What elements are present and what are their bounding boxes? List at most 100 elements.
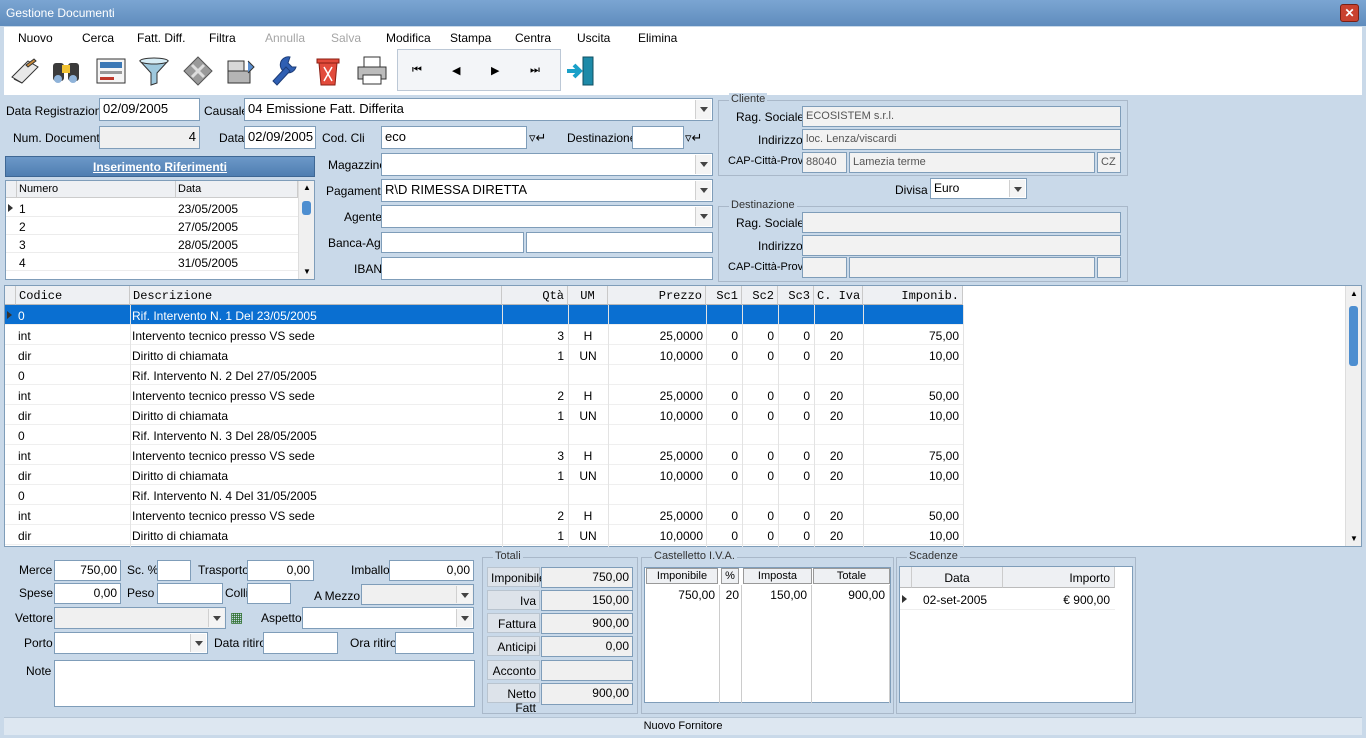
iban-field[interactable] — [381, 257, 713, 280]
scroll-down-icon[interactable]: ▼ — [1350, 534, 1358, 543]
trasporto-field[interactable]: 0,00 — [247, 560, 314, 581]
chevron-down-icon[interactable] — [456, 609, 472, 627]
list-item[interactable]: 1 23/05/2005 — [6, 199, 298, 217]
col-sc2[interactable]: Sc2 — [742, 286, 778, 305]
print-button[interactable] — [355, 53, 389, 89]
chevron-down-icon[interactable] — [695, 100, 711, 119]
anticipi-field[interactable]: 0,00 — [541, 636, 633, 657]
porto-combo[interactable] — [54, 632, 208, 654]
agente-combo[interactable] — [381, 205, 713, 228]
inserimento-riferimenti-button[interactable]: Inserimento Riferimenti — [5, 156, 315, 177]
filter-button[interactable] — [137, 53, 171, 89]
col-numero[interactable]: Numero — [17, 181, 176, 198]
agenzia-field[interactable] — [526, 232, 713, 253]
chevron-down-icon[interactable] — [190, 634, 206, 652]
grid-scrollbar[interactable]: ▲ ▼ — [1345, 286, 1361, 546]
menu-uscita[interactable]: Uscita — [577, 31, 610, 45]
close-button[interactable]: ✕ — [1340, 4, 1359, 22]
menu-salva[interactable]: Salva — [331, 31, 361, 45]
magazzino-combo[interactable] — [381, 153, 713, 176]
col-c-iva[interactable]: C. Iva — [814, 286, 863, 305]
menu-filtra[interactable]: Filtra — [209, 31, 236, 45]
chevron-down-icon[interactable] — [695, 207, 711, 226]
col-um[interactable]: UM — [568, 286, 608, 305]
chevron-down-icon[interactable] — [695, 181, 711, 200]
aspetto-combo[interactable] — [302, 607, 474, 629]
table-row[interactable]: 0 Rif. Intervento N. 3 Del 28/05/2005 — [5, 425, 963, 445]
exit-button[interactable] — [565, 53, 599, 89]
col-data[interactable]: Data — [176, 181, 298, 198]
next-record-button[interactable]: ▶ — [491, 64, 499, 77]
first-record-button[interactable]: ⏮ — [412, 64, 422, 77]
acconto-field[interactable] — [541, 660, 633, 681]
chevron-down-icon[interactable] — [456, 586, 472, 603]
divisa-combo[interactable]: Euro — [930, 178, 1027, 199]
destinazione-lookup-icon[interactable]: ▿↵ — [685, 130, 702, 146]
scroll-down-icon[interactable]: ▼ — [303, 267, 311, 276]
table-row[interactable]: 0 Rif. Intervento N. 2 Del 27/05/2005 — [5, 365, 963, 385]
table-row[interactable]: int Intervento tecnico presso VS sede 2 H 25… — [5, 385, 963, 405]
menu-modifica[interactable]: Modifica — [386, 31, 431, 45]
scad-col-importo[interactable]: Importo — [1003, 567, 1115, 588]
cancel-button[interactable] — [181, 53, 215, 89]
delete-button[interactable] — [311, 53, 345, 89]
chevron-down-icon[interactable] — [208, 609, 224, 627]
table-row[interactable]: dir Diritto di chiamata 1 UN 10,0000 0 0 0 20 10,… — [5, 405, 963, 425]
save-button[interactable] — [224, 53, 258, 89]
chevron-down-icon[interactable] — [1009, 180, 1025, 197]
num-documento-field[interactable]: 4 — [99, 126, 200, 149]
scroll-up-icon[interactable]: ▲ — [303, 183, 311, 192]
col-qta[interactable]: Qtà — [502, 286, 568, 305]
ora-ritiro-field[interactable] — [395, 632, 474, 654]
imballo-field[interactable]: 0,00 — [389, 560, 474, 581]
col-imponibile[interactable]: Imponib. — [863, 286, 963, 305]
chevron-down-icon[interactable] — [695, 155, 711, 174]
spese-field[interactable]: 0,00 — [54, 583, 121, 604]
table-row[interactable]: dir Diritto di chiamata 1 UN 10,0000 0 0 0 20 10,… — [5, 345, 963, 365]
edit-button[interactable] — [268, 53, 302, 89]
menu-annulla[interactable]: Annulla — [265, 31, 305, 45]
menu-elimina[interactable]: Elimina — [638, 31, 677, 45]
list-item[interactable]: 2 27/05/2005 — [6, 217, 298, 235]
scroll-thumb[interactable] — [1349, 306, 1358, 366]
destinazione-field[interactable] — [632, 126, 684, 149]
col-prezzo[interactable]: Prezzo — [608, 286, 706, 305]
table-row[interactable]: int Intervento tecnico presso VS sede 3 H 25… — [5, 445, 963, 465]
amezzo-combo[interactable] — [361, 584, 474, 605]
col-sc3[interactable]: Sc3 — [778, 286, 814, 305]
banca-field[interactable] — [381, 232, 524, 253]
vettore-combo[interactable] — [54, 607, 226, 629]
scroll-thumb[interactable] — [302, 201, 311, 215]
list-item[interactable]: 4 31/05/2005 — [6, 253, 298, 271]
sc-field[interactable] — [157, 560, 191, 581]
new-button[interactable] — [8, 53, 42, 89]
riferimenti-scrollbar[interactable]: ▲ ▼ — [298, 181, 314, 279]
col-codice[interactable]: Codice — [16, 286, 130, 305]
scroll-up-icon[interactable]: ▲ — [1350, 289, 1358, 298]
list-item[interactable]: 3 28/05/2005 — [6, 235, 298, 253]
colli-field[interactable] — [247, 583, 291, 604]
menu-stampa[interactable]: Stampa — [450, 31, 491, 45]
last-record-button[interactable]: ⏭ — [530, 64, 540, 77]
cod-cli-field[interactable]: eco — [381, 126, 527, 149]
table-row[interactable]: 02-set-2005 € 900,00 — [900, 589, 1115, 610]
merce-field[interactable]: 750,00 — [54, 560, 121, 581]
scad-col-data[interactable]: Data — [912, 567, 1003, 588]
table-row[interactable]: int Intervento tecnico presso VS sede 2 H 25… — [5, 505, 963, 525]
search-button[interactable] — [49, 53, 83, 89]
note-textarea[interactable] — [54, 660, 475, 707]
table-row[interactable]: int Intervento tecnico presso VS sede 3 H 25… — [5, 325, 963, 345]
table-row[interactable]: dir Diritto di chiamata 1 UN 10,0000 0 0 0 20 10,… — [5, 525, 963, 545]
col-sc1[interactable]: Sc1 — [706, 286, 742, 305]
prev-record-button[interactable]: ◀ — [452, 64, 460, 77]
menu-cerca[interactable]: Cerca — [82, 31, 114, 45]
menu-nuovo[interactable]: Nuovo — [18, 31, 53, 45]
vettore-lookup-icon[interactable]: ▦ — [230, 609, 243, 626]
data-ritiro-field[interactable] — [263, 632, 338, 654]
peso-field[interactable] — [157, 583, 223, 604]
data-registrazione-field[interactable]: 02/09/2005 — [99, 98, 200, 121]
lookup-icon[interactable]: ▿↵ — [529, 130, 546, 146]
col-descrizione[interactable]: Descrizione — [130, 286, 502, 305]
pagamento-combo[interactable]: R\D RIMESSA DIRETTA — [381, 179, 713, 202]
data-field[interactable]: 02/09/2005 — [244, 126, 316, 149]
